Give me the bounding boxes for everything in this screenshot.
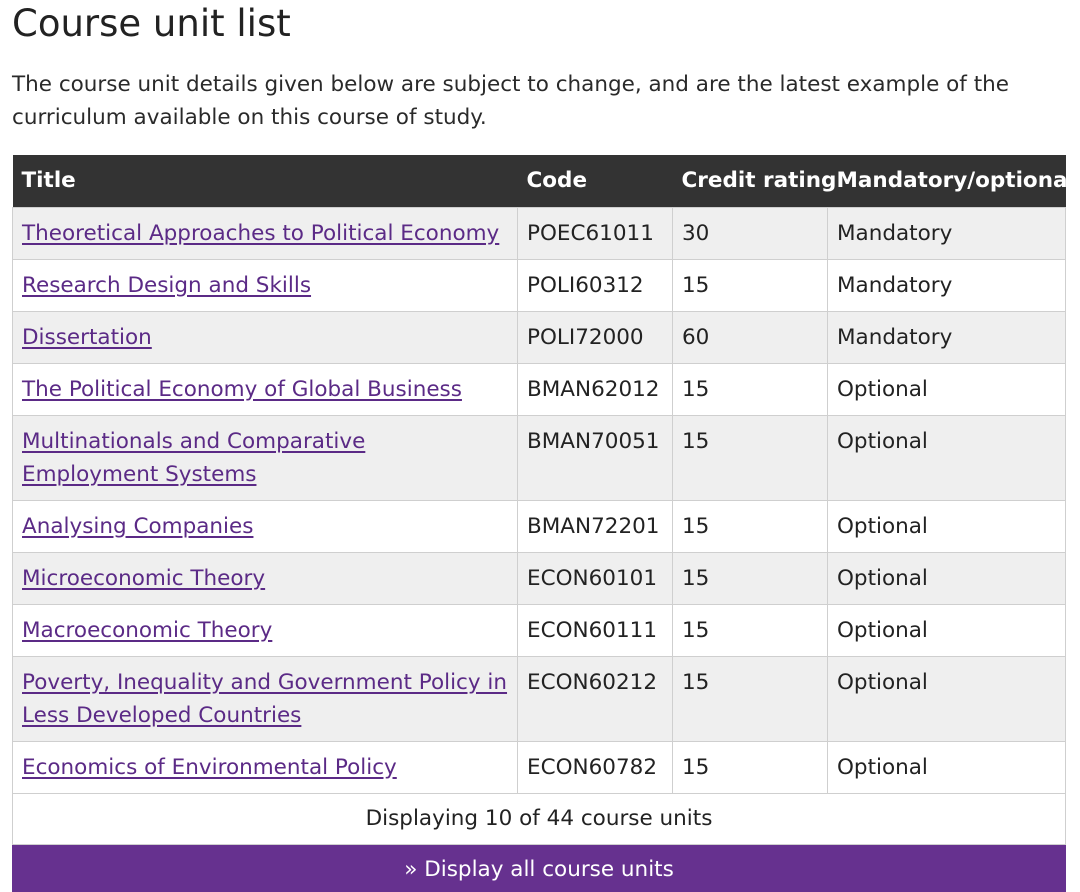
unit-title-cell: Macroeconomic Theory [12,603,518,657]
unit-status: Optional [827,362,1066,416]
unit-credits: 15 [672,258,828,312]
unit-credits: 15 [672,603,828,657]
unit-status: Optional [827,740,1066,794]
unit-credits: 15 [672,499,828,553]
page-title: Course unit list [12,2,291,45]
unit-code: POEC61011 [517,206,673,260]
table-row: Research Design and Skills POLI60312 15 … [12,258,1066,312]
unit-title-cell: Theoretical Approaches to Political Econ… [12,206,518,260]
unit-status: Optional [827,603,1066,657]
display-all-button[interactable]: » Display all course units [12,843,1066,892]
unit-code: POLI60312 [517,258,673,312]
unit-status: Mandatory [827,310,1066,364]
table-header-row: Title Code Credit rating Mandatory/optio… [12,155,1075,207]
unit-code: POLI72000 [517,310,673,364]
unit-status: Mandatory [827,258,1066,312]
unit-code: ECON60212 [517,655,673,742]
unit-credits: 15 [672,740,828,794]
table-footer-row: Displaying 10 of 44 course units [12,792,1066,845]
unit-title-cell: Poverty, Inequality and Government Polic… [12,655,518,742]
unit-title-link[interactable]: Research Design and Skills [22,273,311,298]
unit-status: Optional [827,414,1066,501]
table-row: Microeconomic Theory ECON60101 15 Option… [12,551,1066,605]
unit-credits: 30 [672,206,828,260]
unit-title-cell: Multinationals and Comparative Employmen… [12,414,518,501]
intro-text: The course unit details given below are … [12,72,1009,130]
header-code: Code [517,155,673,207]
unit-title-link[interactable]: Multinationals and Comparative Employmen… [22,429,365,487]
header-credit-rating: Credit rating [672,155,836,207]
unit-title-cell: The Political Economy of Global Business [12,362,518,416]
displaying-count: Displaying 10 of 44 course units [12,792,1066,845]
unit-code: ECON60111 [517,603,673,657]
display-all-row[interactable]: » Display all course units [12,843,1066,892]
table-row: Economics of Environmental Policy ECON60… [12,740,1066,794]
unit-title-cell: Microeconomic Theory [12,551,518,605]
unit-status: Optional [827,655,1066,742]
unit-title-link[interactable]: Theoretical Approaches to Political Econ… [22,221,499,246]
unit-title-link[interactable]: Dissertation [22,325,152,350]
unit-credits: 15 [672,655,828,742]
header-mandatory-optional: Mandatory/optional [827,155,1075,207]
table-row: The Political Economy of Global Business… [12,362,1066,416]
table-row: Analysing Companies BMAN72201 15 Optiona… [12,499,1066,553]
header-title: Title [12,155,518,207]
unit-title-cell: Dissertation [12,310,518,364]
unit-title-link[interactable]: The Political Economy of Global Business [22,377,462,402]
unit-title-link[interactable]: Macroeconomic Theory [22,618,272,643]
table-row: Macroeconomic Theory ECON60111 15 Option… [12,603,1066,657]
unit-code: ECON60782 [517,740,673,794]
table-row: Theoretical Approaches to Political Econ… [12,206,1066,260]
unit-status: Mandatory [827,206,1066,260]
unit-title-cell: Research Design and Skills [12,258,518,312]
unit-credits: 15 [672,362,828,416]
table-row: Dissertation POLI72000 60 Mandatory [12,310,1066,364]
course-unit-page: Course unit list The course unit details… [0,0,1080,892]
unit-code: BMAN62012 [517,362,673,416]
unit-title-link[interactable]: Poverty, Inequality and Government Polic… [22,670,507,728]
unit-code: ECON60101 [517,551,673,605]
unit-credits: 15 [672,414,828,501]
unit-credits: 15 [672,551,828,605]
unit-status: Optional [827,551,1066,605]
unit-credits: 60 [672,310,828,364]
unit-code: BMAN70051 [517,414,673,501]
unit-title-link[interactable]: Microeconomic Theory [22,566,265,591]
unit-title-cell: Economics of Environmental Policy [12,740,518,794]
table-row: Poverty, Inequality and Government Polic… [12,655,1066,742]
unit-code: BMAN72201 [517,499,673,553]
table-row: Multinationals and Comparative Employmen… [12,414,1066,501]
unit-title-link[interactable]: Economics of Environmental Policy [22,755,397,780]
unit-title-link[interactable]: Analysing Companies [22,514,253,539]
unit-title-cell: Analysing Companies [12,499,518,553]
course-unit-table: Title Code Credit rating Mandatory/optio… [12,155,1075,892]
unit-status: Optional [827,499,1066,553]
